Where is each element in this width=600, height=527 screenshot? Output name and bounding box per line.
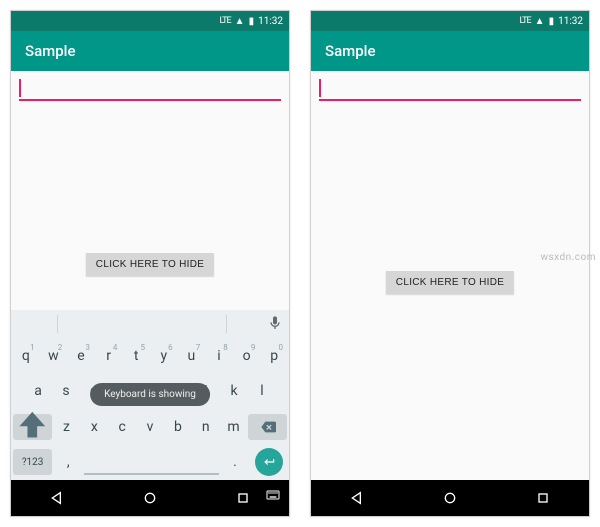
key-u[interactable]: u7	[179, 342, 205, 370]
navigation-bar	[11, 480, 289, 516]
battery-icon: ▮	[549, 16, 555, 27]
key-l[interactable]: l	[249, 377, 275, 405]
nav-recents-icon[interactable]	[523, 490, 563, 506]
key-x[interactable]: x	[81, 413, 107, 441]
toast: Keyboard is showing	[90, 383, 210, 406]
edit-text-underline	[319, 99, 581, 101]
app-bar: Sample	[11, 31, 289, 71]
period-key[interactable]: .	[221, 448, 249, 476]
navigation-bar	[311, 480, 589, 516]
key-i[interactable]: i8	[206, 342, 232, 370]
screenshot-keyboard-hidden: LTE ▲ ▮ 11:32 Sample CLICK HERE TO HIDE	[310, 10, 590, 517]
nav-home-icon[interactable]	[430, 490, 470, 506]
text-cursor	[19, 79, 21, 97]
key-a[interactable]: a	[25, 377, 51, 405]
mic-icon[interactable]	[267, 315, 283, 334]
app-title: Sample	[325, 42, 376, 60]
nav-recents-icon[interactable]	[223, 490, 263, 506]
content-area: CLICK HERE TO HIDE Keyboard is showing q…	[11, 71, 289, 480]
key-o[interactable]: o9	[234, 342, 260, 370]
nav-back-icon[interactable]	[337, 490, 377, 506]
key-t[interactable]: t5	[123, 342, 149, 370]
watermark: wsxdn.com	[540, 252, 596, 263]
enter-key[interactable]	[255, 448, 283, 476]
battery-icon: ▮	[249, 16, 255, 27]
nav-back-icon[interactable]	[37, 490, 77, 506]
nav-home-icon[interactable]	[130, 490, 170, 506]
key-row-4: ?123 , .	[11, 445, 289, 481]
key-s[interactable]: s	[53, 377, 79, 405]
signal-icon: ▲	[235, 16, 245, 27]
key-r[interactable]: r4	[96, 342, 122, 370]
status-time: 11:32	[558, 16, 583, 27]
signal-icon: ▲	[535, 16, 545, 27]
signal-label: LTE	[220, 16, 231, 26]
key-k[interactable]: k	[221, 377, 247, 405]
ime-switch-icon[interactable]	[265, 487, 281, 506]
app-title: Sample	[25, 42, 76, 60]
suggestion-strip	[11, 310, 289, 338]
key-row-3: zxcvbnm	[11, 409, 289, 445]
key-m[interactable]: m	[221, 413, 247, 441]
key-z[interactable]: z	[54, 413, 80, 441]
text-cursor	[319, 79, 321, 97]
screenshot-keyboard-shown: LTE ▲ ▮ 11:32 Sample CLICK HERE TO HIDE …	[10, 10, 290, 517]
backspace-key[interactable]	[248, 414, 287, 440]
status-time: 11:32	[258, 16, 283, 27]
shift-key[interactable]	[13, 414, 52, 440]
edit-text-underline	[19, 99, 281, 101]
key-q[interactable]: q1	[13, 342, 39, 370]
key-e[interactable]: e3	[68, 342, 94, 370]
app-bar: Sample	[311, 31, 589, 71]
comma-key[interactable]: ,	[54, 448, 82, 476]
key-c[interactable]: c	[109, 413, 135, 441]
status-bar: LTE ▲ ▮ 11:32	[11, 11, 289, 31]
key-p[interactable]: p0	[261, 342, 287, 370]
status-bar: LTE ▲ ▮ 11:32	[311, 11, 589, 31]
key-b[interactable]: b	[165, 413, 191, 441]
content-area: CLICK HERE TO HIDE	[311, 71, 589, 480]
signal-label: LTE	[520, 16, 531, 26]
key-n[interactable]: n	[193, 413, 219, 441]
hide-keyboard-button[interactable]: CLICK HERE TO HIDE	[86, 253, 214, 276]
key-v[interactable]: v	[137, 413, 163, 441]
hide-keyboard-button[interactable]: CLICK HERE TO HIDE	[386, 271, 514, 294]
key-w[interactable]: w2	[41, 342, 67, 370]
key-row-1: q1w2e3r4t5y6u7i8o9p0	[11, 338, 289, 374]
space-key[interactable]	[84, 445, 219, 475]
key-y[interactable]: y6	[151, 342, 177, 370]
symbols-key[interactable]: ?123	[13, 449, 52, 475]
suggestion-center[interactable]	[57, 315, 227, 333]
